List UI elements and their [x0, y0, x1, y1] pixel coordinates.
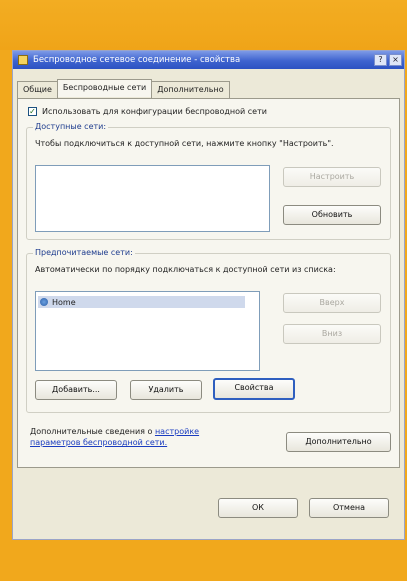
- available-networks-group: Доступные сети: Чтобы подключиться к дос…: [26, 122, 391, 240]
- properties-dialog: Беспроводное сетевое соединение - свойст…: [12, 50, 405, 540]
- tab-general[interactable]: Общие: [17, 81, 58, 99]
- preferred-networks-description: Автоматически по порядку подключаться к …: [35, 265, 336, 274]
- cancel-button[interactable]: Отмена: [309, 498, 389, 518]
- use-windows-config-row[interactable]: ✓ Использовать для конфигурации беспрово…: [28, 107, 267, 116]
- available-networks-description: Чтобы подключиться к доступной сети, наж…: [35, 139, 334, 148]
- network-name: Home: [52, 297, 76, 307]
- move-up-button[interactable]: Вверх: [283, 293, 381, 313]
- info-prefix: Дополнительные сведения о: [30, 427, 153, 436]
- configure-button[interactable]: Настроить: [283, 167, 381, 187]
- title-bar: Беспроводное сетевое соединение - свойст…: [13, 51, 404, 69]
- window-title: Беспроводное сетевое соединение - свойст…: [33, 55, 241, 65]
- use-windows-config-label: Использовать для конфигурации беспроводн…: [42, 107, 267, 116]
- tab-advanced[interactable]: Дополнительно: [151, 81, 230, 99]
- close-button[interactable]: ×: [389, 54, 402, 66]
- orange-top-band: [0, 0, 407, 50]
- orange-bottom-band: [0, 540, 407, 581]
- wireless-networks-panel: ✓ Использовать для конфигурации беспрово…: [17, 98, 400, 468]
- info-text: Дополнительные сведения о настройке пара…: [30, 426, 250, 448]
- advanced-button[interactable]: Дополнительно: [286, 432, 391, 452]
- wireless-network-icon: [40, 298, 48, 306]
- available-networks-title: Доступные сети:: [33, 122, 109, 131]
- preferred-networks-list[interactable]: Home: [35, 291, 260, 371]
- list-item[interactable]: Home: [38, 296, 245, 308]
- move-down-button[interactable]: Вниз: [283, 324, 381, 344]
- orange-frame: Беспроводное сетевое соединение - свойст…: [0, 0, 407, 581]
- available-networks-list[interactable]: [35, 165, 270, 232]
- properties-button[interactable]: Свойства: [213, 378, 295, 400]
- help-button[interactable]: ?: [374, 54, 387, 66]
- add-button[interactable]: Добавить...: [35, 380, 117, 400]
- remove-button[interactable]: Удалить: [130, 380, 202, 400]
- preferred-networks-group: Предпочитаемые сети: Автоматически по по…: [26, 248, 391, 413]
- preferred-networks-title: Предпочитаемые сети:: [33, 248, 135, 257]
- ok-button[interactable]: ОК: [218, 498, 298, 518]
- network-connection-icon: [18, 55, 28, 65]
- refresh-button[interactable]: Обновить: [283, 205, 381, 225]
- tab-wireless-networks[interactable]: Беспроводные сети: [56, 79, 153, 97]
- tab-strip: Общие Беспроводные сети Дополнительно: [17, 79, 230, 99]
- use-windows-config-checkbox[interactable]: ✓: [28, 107, 37, 116]
